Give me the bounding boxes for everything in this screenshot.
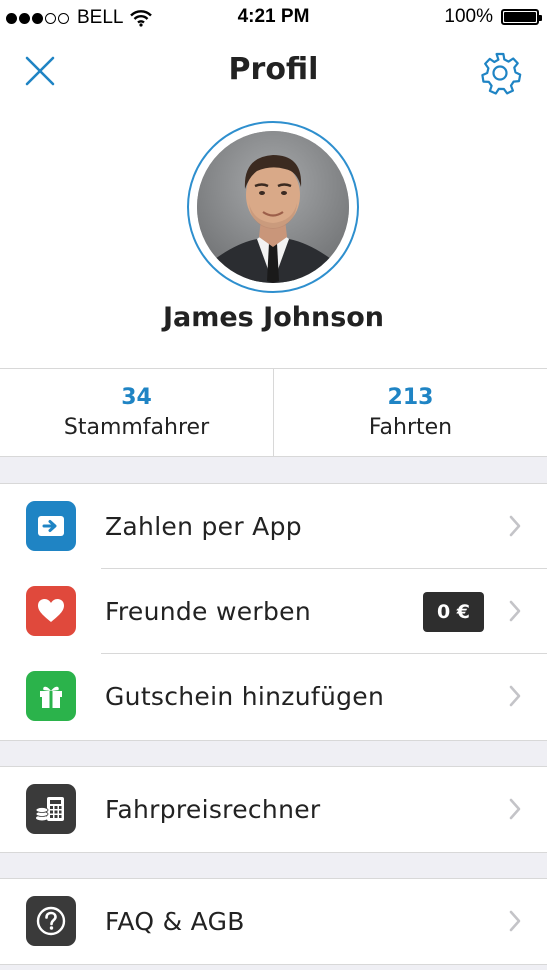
section-gap [0, 457, 547, 484]
question-icon [26, 896, 76, 946]
chevron-right-icon [509, 910, 521, 932]
stat-label: Fahrten [368, 415, 453, 440]
section-gap [0, 741, 547, 767]
calculator-icon [26, 784, 76, 834]
chevron-right-icon [509, 798, 521, 820]
menu-section-calculator: Fahrpreisrechner [0, 766, 547, 853]
menu-item-faq[interactable]: FAQ & AGB [0, 879, 547, 964]
menu-item-fare-calculator[interactable]: Fahrpreisrechner [0, 767, 547, 852]
section-gap [0, 965, 547, 970]
menu-item-label: Freunde werben [105, 597, 311, 626]
menu-item-label: Gutschein hinzufügen [105, 682, 385, 711]
battery-status: 100% [444, 6, 542, 28]
gift-icon [26, 671, 76, 721]
menu-item-referral[interactable]: Freunde werben 0 € [0, 569, 547, 654]
chevron-right-icon [509, 600, 521, 622]
stat-fahrten[interactable]: 213 Fahrten [273, 369, 547, 456]
avatar[interactable] [197, 131, 349, 283]
chevron-right-icon [509, 515, 521, 537]
battery-percent: 100% [444, 6, 493, 27]
menu-section-help: FAQ & AGB [0, 878, 547, 965]
stat-stammfahrer[interactable]: 34 Stammfahrer [0, 369, 273, 456]
menu-item-label: Zahlen per App [105, 512, 302, 541]
menu-item-label: Fahrpreisrechner [105, 795, 321, 824]
status-bar: BELL 4:21 PM 100% [0, 0, 547, 36]
chevron-right-icon [509, 685, 521, 707]
profile-name: James Johnson [162, 302, 385, 333]
section-gap [0, 853, 547, 879]
menu-section-main: Zahlen per App Freunde werben 0 € Gutsch… [0, 483, 547, 741]
stat-value: 34 [121, 385, 152, 410]
stat-label: Stammfahrer [63, 415, 210, 440]
avatar-photo-icon [197, 131, 349, 283]
stat-value: 213 [387, 385, 434, 410]
battery-icon [501, 9, 542, 25]
menu-item-label: FAQ & AGB [105, 907, 245, 936]
page-title: Profil [228, 52, 319, 87]
pay-arrow-icon [26, 501, 76, 551]
credit-badge: 0 € [423, 592, 484, 632]
heart-icon [26, 586, 76, 636]
menu-item-voucher[interactable]: Gutschein hinzufügen [0, 654, 547, 739]
gear-icon[interactable] [477, 50, 523, 96]
menu-item-payment[interactable]: Zahlen per App [0, 484, 547, 569]
stats-bar: 34 Stammfahrer 213 Fahrten [0, 368, 547, 457]
